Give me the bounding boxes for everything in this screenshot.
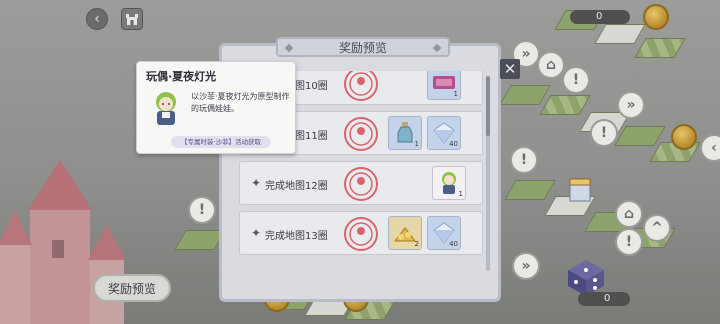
castle-icon <box>126 14 138 25</box>
reward-qty: 40 <box>449 140 458 148</box>
reward-row: ✦ 完成地图12圈 1 <box>239 161 483 205</box>
dialog-title: 奖励预览 <box>276 37 450 57</box>
currency-bottom-value: 0 <box>604 293 611 304</box>
item-tooltip: 玩偶·夏夜灯光 以沙菲·夏夜灯光为原型制作的玩偶娃娃。 【专属时装·沙菲】活动获… <box>136 61 296 154</box>
reward-preview-button[interactable]: 奖励预览 <box>93 274 171 302</box>
board-tile <box>499 85 551 105</box>
close-icon: ✕ <box>503 60 517 78</box>
reward-qty: 40 <box>449 240 458 248</box>
reward-item[interactable]: 1 <box>427 71 461 100</box>
reward-qty: 1 <box>414 140 419 148</box>
back-button[interactable]: ‹ <box>86 8 108 30</box>
exclamation-pin-icon[interactable]: ! <box>590 119 618 147</box>
scrollbar-thumb[interactable] <box>486 76 490 136</box>
exclamation-pin-icon[interactable]: ! <box>562 66 590 94</box>
hanger-pin-icon[interactable]: ⌂ <box>537 51 565 79</box>
board-tile <box>594 24 646 44</box>
seal-stamp-icon <box>344 167 378 201</box>
tooltip-description: 以沙菲·夏夜灯光为原型制作的玩偶娃娃。 <box>191 92 290 113</box>
tooltip-source-tag: 【专属时装·沙菲】活动获取 <box>171 136 271 148</box>
coin-icon <box>671 124 697 150</box>
dialog-title-text: 奖励预览 <box>338 40 387 55</box>
reward-preview-label: 奖励预览 <box>107 281 156 296</box>
currency-top-value: 0 <box>596 11 603 22</box>
seal-stamp-icon <box>344 117 378 151</box>
reward-row: ✦ 完成地图13圈 2 40 <box>239 211 483 255</box>
skip-forward-pin-icon[interactable]: » <box>617 91 645 119</box>
exclamation-pin-icon[interactable]: ! <box>615 228 643 256</box>
reward-item[interactable]: 1 <box>388 116 422 150</box>
reward-qty: 1 <box>453 90 458 98</box>
board-tile <box>614 126 666 146</box>
exclamation-pin-icon[interactable]: ! <box>510 146 538 174</box>
home-button[interactable] <box>121 8 143 30</box>
chest-icon <box>569 178 591 202</box>
close-button[interactable]: ✕ <box>500 59 520 79</box>
reward-qty: 1 <box>458 190 463 198</box>
seal-stamp-icon <box>344 217 378 251</box>
chevron-up-pin-icon[interactable]: ^ <box>643 214 671 242</box>
reward-item[interactable]: 40 <box>427 116 461 150</box>
map-pin-icon[interactable]: ! <box>188 196 216 224</box>
reward-item[interactable]: 1 <box>432 166 466 200</box>
hanger-pin-icon[interactable]: ⌂ <box>615 200 643 228</box>
board-tile <box>504 180 556 200</box>
board-tile <box>539 95 591 115</box>
reward-item[interactable]: 40 <box>427 216 461 250</box>
sparkle-icon: ✦ <box>251 226 262 240</box>
coin-icon <box>643 4 669 30</box>
doll-icon <box>156 92 176 125</box>
seal-stamp-icon <box>344 71 378 101</box>
chevron-left-pin-icon[interactable]: ‹ <box>700 134 720 162</box>
reward-list-scrollbar[interactable] <box>486 76 490 271</box>
board-tile <box>634 38 686 58</box>
currency-top: 0 <box>570 10 630 24</box>
tooltip-title: 玩偶·夏夜灯光 <box>146 70 217 83</box>
reward-qty: 2 <box>414 240 419 248</box>
reward-row-label: 完成地图12圈 <box>265 181 328 192</box>
reward-row-label: 完成地图13圈 <box>265 231 328 242</box>
sparkle-icon: ✦ <box>251 176 262 190</box>
currency-bottom: 0 <box>578 292 630 306</box>
skip-forward-pin-icon[interactable]: » <box>512 252 540 280</box>
reward-item[interactable]: 2 <box>388 216 422 250</box>
chevron-left-icon: ‹ <box>94 11 100 27</box>
